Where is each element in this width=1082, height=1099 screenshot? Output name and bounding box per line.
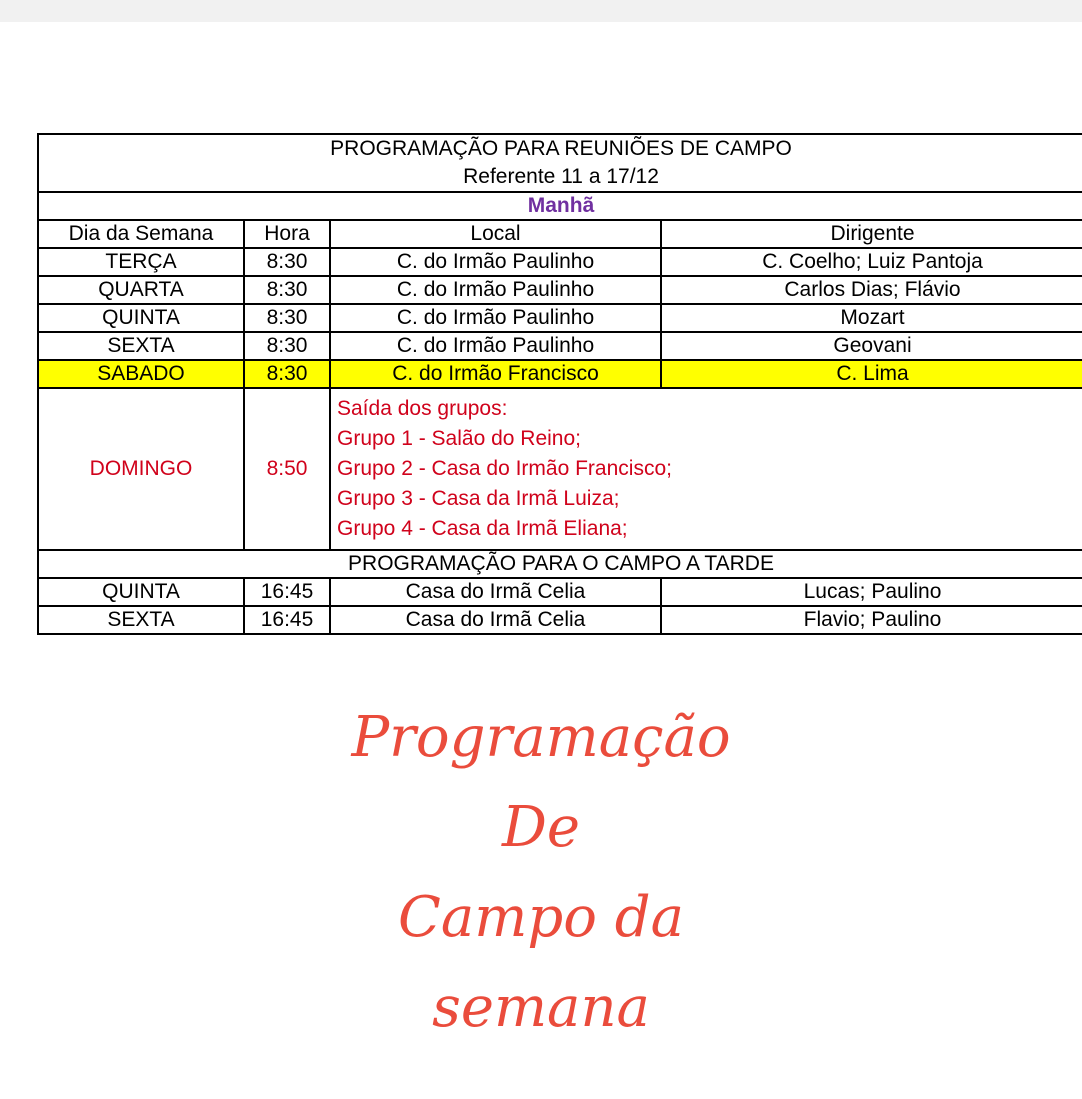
row-leader: Mozart xyxy=(659,303,1082,333)
caption-line: De xyxy=(501,795,581,860)
table-row: TERÇA 8:30 C. do Irmão Paulinho C. Coelh… xyxy=(37,247,1082,277)
row-local: Casa do Irmã Celia xyxy=(329,577,662,607)
sunday-day: DOMINGO xyxy=(37,387,245,551)
header-row: Dia da Semana Hora Local Dirigente xyxy=(37,219,1082,249)
row-day: SEXTA xyxy=(37,331,245,361)
caption-line: Programação xyxy=(351,705,731,770)
row-day: QUARTA xyxy=(37,275,245,305)
section-afternoon: PROGRAMAÇÃO PARA O CAMPO A TARDE xyxy=(36,549,1082,579)
row-day: QUINTA xyxy=(37,577,245,607)
row-hour: 16:45 xyxy=(243,605,331,635)
sunday-line: Saída dos grupos: xyxy=(337,397,508,420)
sunday-line: Grupo 2 - Casa do Irmão Francisco; xyxy=(337,457,672,480)
caption-line: Campo da xyxy=(398,885,684,950)
table-row: SEXTA 16:45 Casa do Irmã Celia Flavio; P… xyxy=(37,605,1082,635)
table-title-cell: PROGRAMAÇÃO PARA REUNIÕES DE CAMPO Refer… xyxy=(36,133,1082,193)
header-hour: Hora xyxy=(243,219,331,249)
table-row: QUINTA 8:30 C. do Irmão Paulinho Mozart xyxy=(37,303,1082,333)
row-leader: Lucas; Paulino xyxy=(659,577,1082,607)
row-day: SEXTA xyxy=(37,605,245,635)
row-hour: 8:30 xyxy=(243,247,331,277)
row-hour: 8:30 xyxy=(243,331,331,361)
row-leader: C. Coelho; Luiz Pantoja xyxy=(659,247,1082,277)
table-row-highlighted: SABADO 8:30 C. do Irmão Francisco C. Lim… xyxy=(37,359,1082,389)
header-leader: Dirigente xyxy=(659,219,1082,249)
table-row: SEXTA 8:30 C. do Irmão Paulinho Geovani xyxy=(37,331,1082,361)
header-day: Dia da Semana xyxy=(37,219,245,249)
row-day: TERÇA xyxy=(37,247,245,277)
row-hour: 8:30 xyxy=(243,303,331,333)
table-row: QUINTA 16:45 Casa do Irmã Celia Lucas; P… xyxy=(37,577,1082,607)
row-hour: 16:45 xyxy=(243,577,331,607)
row-hour: 8:30 xyxy=(243,275,331,305)
caption-line: semana xyxy=(432,975,650,1040)
row-hour: 8:30 xyxy=(243,359,331,389)
row-leader: Flavio; Paulino xyxy=(659,605,1082,635)
row-day: SABADO xyxy=(37,359,245,389)
row-local: C. do Irmão Paulinho xyxy=(329,275,662,305)
row-local: C. do Irmão Paulinho xyxy=(329,303,662,333)
section-morning: Manhã xyxy=(36,191,1082,221)
table-row: QUARTA 8:30 C. do Irmão Paulinho Carlos … xyxy=(37,275,1082,305)
sunday-line: Grupo 1 - Salão do Reino; xyxy=(337,427,581,450)
table-title: PROGRAMAÇÃO PARA REUNIÕES DE CAMPO xyxy=(330,137,792,160)
row-day: QUINTA xyxy=(37,303,245,333)
header-local: Local xyxy=(329,219,662,249)
table-subtitle: Referente 11 a 17/12 xyxy=(463,165,659,188)
row-local: C. do Irmão Paulinho xyxy=(329,247,662,277)
row-local: Casa do Irmã Celia xyxy=(329,605,662,635)
sunday-groups: Saída dos grupos: Grupo 1 - Salão do Rei… xyxy=(328,387,1082,551)
row-local: C. do Irmão Francisco xyxy=(329,359,662,389)
top-band xyxy=(0,0,1082,22)
row-leader: Geovani xyxy=(659,331,1082,361)
row-leader: Carlos Dias; Flávio xyxy=(659,275,1082,305)
sunday-row: DOMINGO 8:50 Saída dos grupos: Grupo 1 -… xyxy=(37,387,1082,551)
sunday-hour: 8:50 xyxy=(243,387,331,551)
row-leader: C. Lima xyxy=(659,359,1082,389)
sunday-line: Grupo 4 - Casa da Irmã Eliana; xyxy=(337,517,628,540)
row-local: C. do Irmão Paulinho xyxy=(329,331,662,361)
sunday-line: Grupo 3 - Casa da Irmã Luiza; xyxy=(337,487,620,510)
schedule-table: PROGRAMAÇÃO PARA REUNIÕES DE CAMPO Refer… xyxy=(36,133,1082,635)
